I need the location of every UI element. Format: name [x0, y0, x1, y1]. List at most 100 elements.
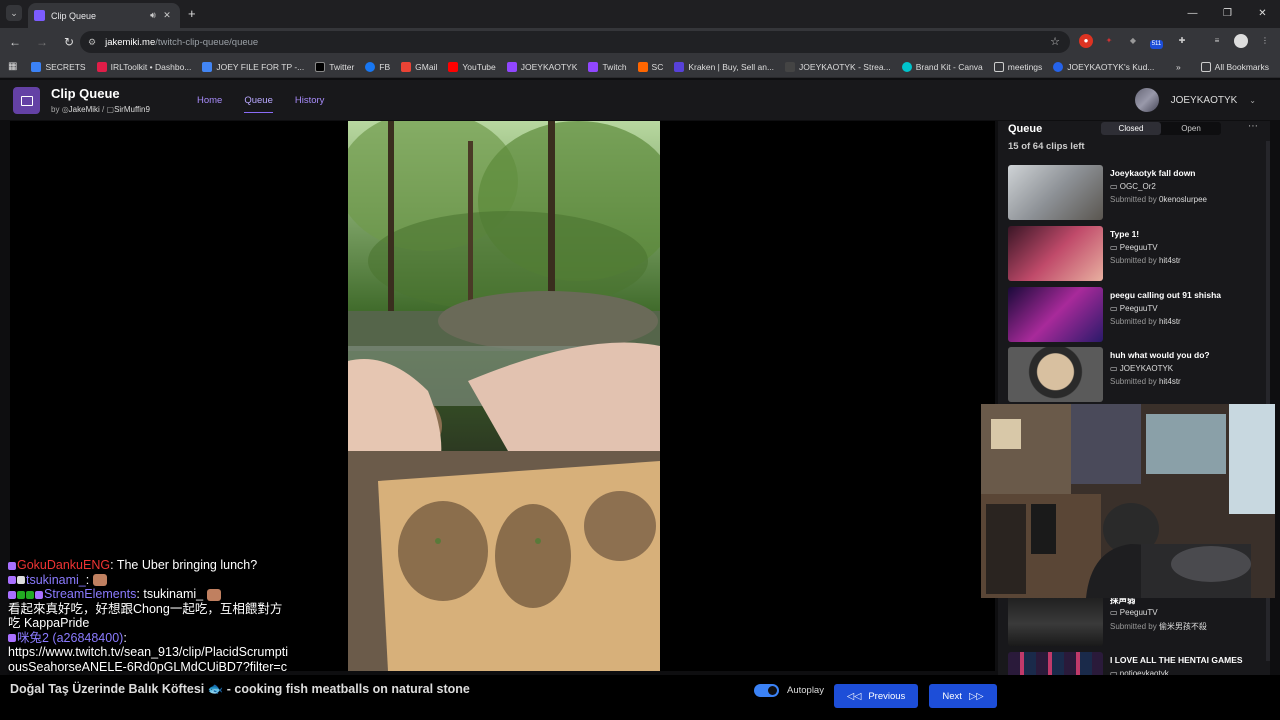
chevron-down-icon: ⌄: [1249, 95, 1256, 105]
extension-icon[interactable]: ✦: [1102, 34, 1116, 48]
tab-title: Clip Queue: [51, 10, 97, 21]
more-options-icon[interactable]: ⋯: [1248, 121, 1258, 132]
clip-title: Type 1!: [1110, 229, 1140, 239]
next-button[interactable]: Next ▷▷: [929, 684, 997, 708]
clip-video[interactable]: [348, 121, 660, 671]
bookmark-item[interactable]: SC: [637, 61, 663, 72]
reload-button[interactable]: ↻: [57, 35, 81, 49]
clip-channel: ▭ JOEYKAOTYK: [1110, 364, 1174, 373]
restore-button[interactable]: ❐: [1210, 0, 1245, 28]
app-credits: by ◎JakeMiki / ▢SirMuffin9: [51, 105, 150, 114]
address-bar-row: ← → ↻ ⚙ jakemiki.me/twitch-clip-queue/qu…: [0, 28, 1280, 56]
nav-history[interactable]: History: [295, 95, 325, 113]
clip-channel: ▭ PeeguuTV: [1110, 608, 1158, 617]
url-field[interactable]: ⚙ jakemiki.me/twitch-clip-queue/queue ☆: [80, 31, 1070, 53]
app-title: Clip Queue: [51, 86, 120, 101]
clip-thumbnail: [1008, 287, 1103, 342]
bookmark-item[interactable]: Kraken | Buy, Sell an...: [674, 61, 774, 72]
browser-tab[interactable]: Clip Queue 🔊︎ ✕: [28, 3, 180, 28]
queue-clip-item[interactable]: Type 1! ▭ PeeguuTV Submitted by hit4str: [1008, 226, 1263, 281]
chat-message: 咪兔2 (a26848400):: [8, 631, 288, 646]
autoplay-control[interactable]: Autoplay: [754, 684, 824, 697]
extensions-puzzle-icon[interactable]: ✚: [1175, 34, 1189, 48]
clip-queue-logo[interactable]: [13, 87, 40, 114]
clip-channel: ▭ PeeguuTV: [1110, 243, 1158, 252]
clip-thumbnail: [1008, 591, 1103, 646]
close-window-button[interactable]: ✕: [1245, 0, 1280, 28]
emote-icon: [92, 574, 107, 587]
forward-button[interactable]: →: [30, 35, 54, 49]
apps-grid-icon[interactable]: ▦: [8, 61, 17, 72]
coauthor-link[interactable]: SirMuffin9: [114, 105, 150, 114]
channel-icon: ▭: [1110, 182, 1118, 191]
github-icon: ◎: [61, 105, 69, 114]
clip-title: Joeykaotyk fall down: [1110, 168, 1196, 178]
nav-queue[interactable]: Queue: [244, 95, 273, 113]
avatar: [1134, 88, 1159, 112]
bookmark-item[interactable]: Twitch: [588, 61, 627, 72]
url-host: jakemiki.me: [105, 36, 156, 48]
clip-submitter: Submitted by 偷米男孩不殺: [1110, 622, 1207, 631]
username: JOEYKAOTYK: [1170, 94, 1238, 106]
browser-tab-bar: ⌄ Clip Queue 🔊︎ ✕ + — ❐ ✕: [0, 0, 1280, 28]
webcam-overlay: [981, 404, 1275, 598]
tab-search-button[interactable]: ⌄: [6, 5, 22, 21]
clip-channel: ▭ OGC_Or2: [1110, 182, 1156, 191]
bookmark-item[interactable]: IRLToolkit • Dashbo...: [96, 61, 191, 72]
minimize-button[interactable]: —: [1175, 0, 1210, 28]
queue-clip-item[interactable]: peegu calling out 91 shisha ▭ PeeguuTV S…: [1008, 287, 1263, 342]
more-bookmarks-icon[interactable]: »: [1176, 62, 1181, 72]
chat-overlay: GokuDankuENG: The Uber bringing lunch? t…: [8, 558, 288, 689]
chat-message: tsukinami_:: [8, 573, 288, 588]
speaker-icon[interactable]: 🔊︎: [146, 10, 160, 21]
bookmark-item[interactable]: FB: [365, 61, 390, 72]
chat-message: StreamElements: tsukinami_: [8, 587, 288, 602]
bookmark-folder[interactable]: meetings: [993, 61, 1042, 72]
chat-icon: ▢: [106, 105, 115, 114]
bookmark-item[interactable]: YouTube: [448, 61, 496, 72]
extension-red-icon[interactable]: ●: [1079, 34, 1093, 48]
bookmarks-bar: ▦ SECRETS IRLToolkit • Dashbo... JOEY FI…: [0, 56, 1280, 78]
queue-clip-item[interactable]: huh what would you do? ▭ JOEYKAOTYK Subm…: [1008, 347, 1263, 402]
clip-thumbnail: [1008, 226, 1103, 281]
author-link[interactable]: JakeMiki: [69, 105, 100, 114]
site-info-icon[interactable]: ⚙: [88, 37, 96, 48]
tab-close-icon[interactable]: ✕: [160, 10, 174, 21]
autoplay-label: Autoplay: [787, 685, 824, 696]
queue-status-toggle[interactable]: Closed Open: [1101, 122, 1221, 135]
chat-message: GokuDankuENG: The Uber bringing lunch?: [8, 558, 288, 573]
queue-open-option[interactable]: Open: [1161, 122, 1221, 135]
queue-closed-option[interactable]: Closed: [1101, 122, 1161, 135]
clip-queue-favicon: [34, 10, 45, 21]
bookmark-item[interactable]: JOEYKAOTYK's Kud...: [1053, 61, 1154, 72]
bookmark-item[interactable]: JOEY FILE FOR TP -...: [202, 61, 304, 72]
extension-icon[interactable]: ◆: [1126, 34, 1140, 48]
browser-menu-icon[interactable]: ⋮: [1258, 34, 1272, 48]
all-bookmarks-folder[interactable]: All Bookmarks: [1200, 61, 1269, 72]
nav-home[interactable]: Home: [197, 95, 222, 113]
app-nav: Home Queue History: [197, 95, 346, 113]
bookmark-item[interactable]: JOEYKAOTYK - Strea...: [785, 61, 891, 72]
queue-clip-item[interactable]: 採声弱 ▭ PeeguuTV Submitted by 偷米男孩不殺: [1008, 591, 1263, 646]
window-controls: — ❐ ✕: [1175, 0, 1280, 28]
back-button[interactable]: ←: [3, 35, 27, 49]
extension-badge-icon[interactable]: 511: [1150, 40, 1163, 49]
profile-avatar[interactable]: [1234, 34, 1248, 48]
autoplay-toggle[interactable]: [754, 684, 779, 697]
previous-button[interactable]: ◁◁ Previous: [834, 684, 918, 708]
now-playing-title: Doğal Taş Üzerinde Balık Köftesi 🐟 - coo…: [10, 682, 470, 696]
user-menu[interactable]: JOEYKAOTYK ⌄: [1134, 88, 1256, 112]
channel-icon: ▭: [1110, 304, 1118, 313]
channel-icon: ▭: [1110, 364, 1118, 373]
bookmark-item[interactable]: Twitter: [315, 61, 354, 72]
new-tab-button[interactable]: +: [188, 6, 196, 21]
bookmark-item[interactable]: JOEYKAOTYK: [506, 61, 577, 72]
queue-clip-item[interactable]: Joeykaotyk fall down ▭ OGC_Or2 Submitted…: [1008, 165, 1263, 220]
bookmark-item[interactable]: GMail: [401, 61, 437, 72]
bookmark-star-icon[interactable]: ☆: [1050, 35, 1060, 48]
reading-list-icon[interactable]: ≡: [1210, 34, 1224, 48]
bookmark-item[interactable]: SECRETS: [31, 61, 86, 72]
queue-title: Queue: [1008, 123, 1043, 135]
bookmark-item[interactable]: Brand Kit - Canva: [901, 61, 983, 72]
app-header: [0, 80, 1280, 120]
